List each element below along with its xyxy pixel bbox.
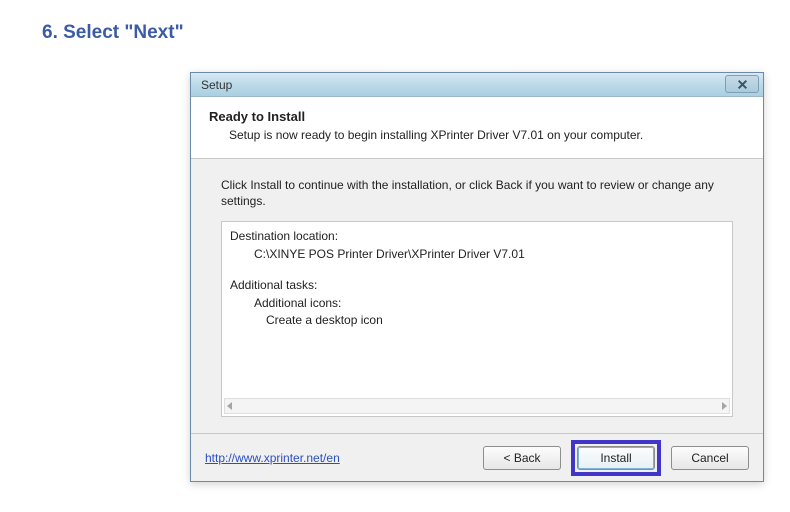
horizontal-scrollbar[interactable] [224,398,730,414]
close-icon [737,79,748,90]
setup-dialog: Setup Ready to Install Setup is now read… [190,72,764,482]
dest-label: Destination location: [230,228,724,245]
dest-value: C:\XINYE POS Printer Driver\XPrinter Dri… [230,246,724,263]
scroll-right-icon [722,402,727,410]
close-button[interactable] [725,75,759,93]
cancel-button[interactable]: Cancel [671,446,749,470]
header-title: Ready to Install [209,109,719,124]
tasks-sub: Additional icons: [230,295,724,312]
footer: http://www.xprinter.net/en < Back Instal… [191,433,763,481]
tasks-label: Additional tasks: [230,277,724,294]
header-panel: Ready to Install Setup is now ready to b… [191,97,763,159]
titlebar: Setup [191,73,763,97]
back-button[interactable]: < Back [483,446,561,470]
install-button[interactable]: Install [577,446,655,470]
scroll-left-icon [227,402,232,410]
vendor-link[interactable]: http://www.xprinter.net/en [205,451,473,465]
window-title: Setup [201,78,232,92]
tasks-item: Create a desktop icon [230,312,724,329]
body-panel: Click Install to continue with the insta… [191,159,763,425]
summary-box: Destination location: C:\XINYE POS Print… [221,221,733,417]
install-highlight: Install [571,440,661,476]
header-subtitle: Setup is now ready to begin installing X… [209,128,719,142]
instruction-step: 6. Select "Next" [0,0,790,44]
body-text: Click Install to continue with the insta… [221,177,733,209]
